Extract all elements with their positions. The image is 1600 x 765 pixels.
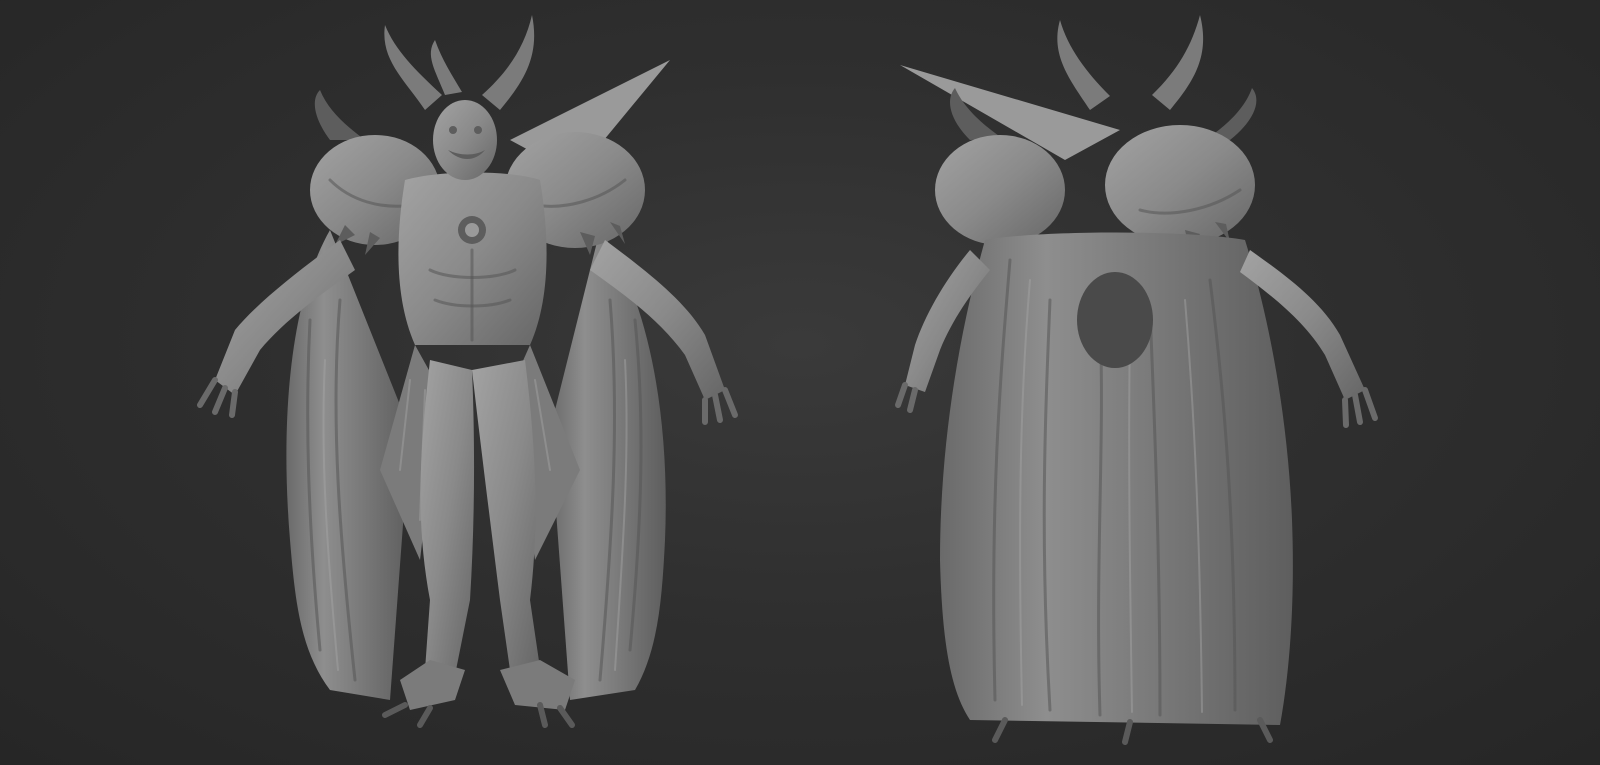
torso-front-view <box>398 172 547 345</box>
demon-sculpt-back-view <box>890 0 1420 765</box>
demon-sculpt-front-view <box>180 0 760 765</box>
sculpt-viewport <box>0 0 1600 765</box>
cape-back-view <box>940 232 1293 725</box>
head-front-view <box>433 100 497 180</box>
